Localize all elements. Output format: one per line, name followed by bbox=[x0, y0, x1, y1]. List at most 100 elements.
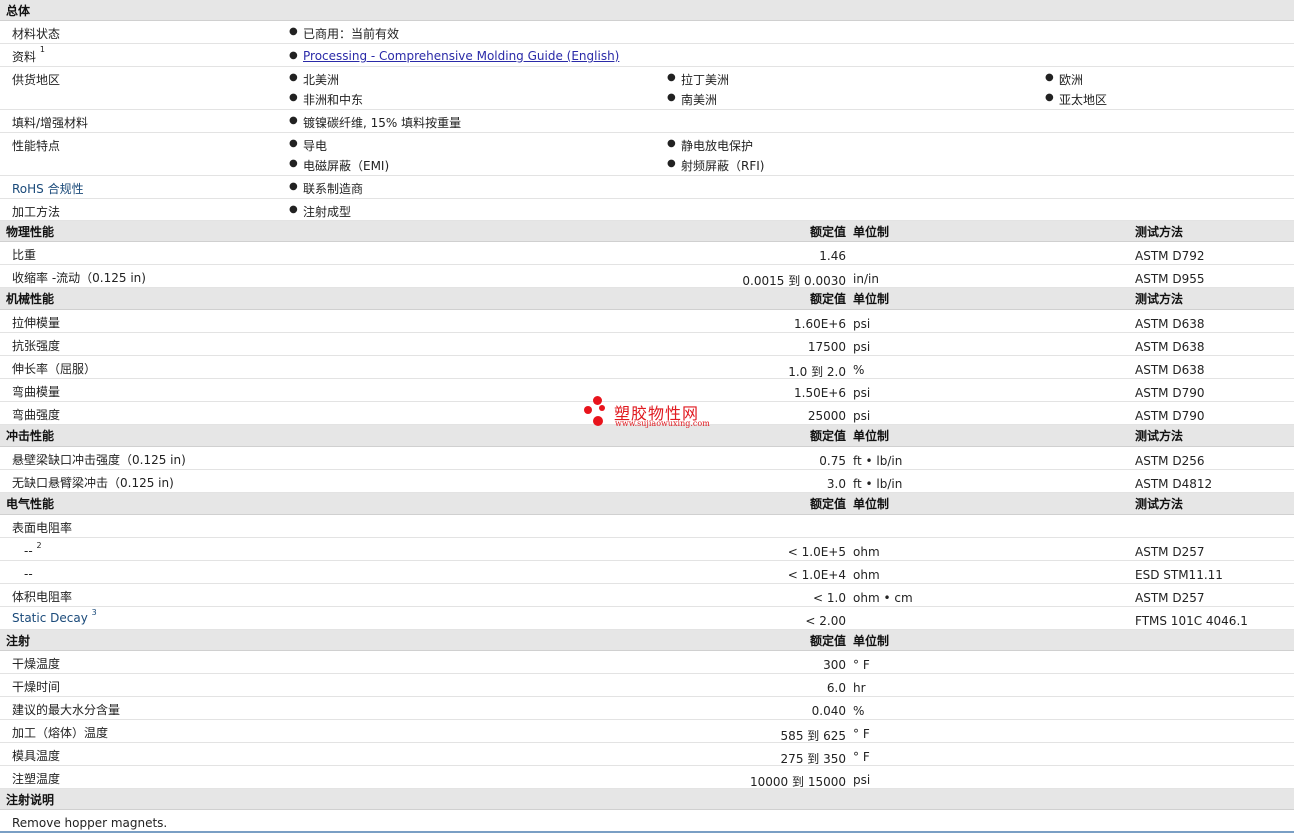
column-header-unit: 单位制 bbox=[853, 497, 890, 511]
property-value: 1.0 到 2.0 bbox=[788, 365, 846, 379]
row-filler: 填料/增强材料 镀镍碳纤维, 15% 填料按重量 bbox=[0, 110, 1294, 133]
property-unit: psi bbox=[853, 340, 871, 354]
column-header-value: 额定值 bbox=[809, 429, 846, 443]
row-status: 材料状态 已商用：当前有效 bbox=[0, 21, 1294, 44]
property-value: 275 到 350 bbox=[780, 752, 846, 766]
property-unit: in/in bbox=[853, 272, 879, 286]
column-header-test: 测试方法 bbox=[1135, 429, 1184, 443]
test-method: ESD STM11.11 bbox=[1135, 568, 1223, 582]
row-label: 材料状态 bbox=[12, 27, 61, 41]
property-unit: ohm • cm bbox=[853, 591, 913, 605]
section-header: 电气性能 额定值 单位制 测试方法 bbox=[0, 493, 1294, 515]
property-row: 表面电阻率 bbox=[0, 515, 1294, 538]
property-unit: ohm bbox=[853, 568, 880, 582]
column-header-value: 额定值 bbox=[809, 634, 846, 648]
property-label: 无缺口悬臂梁冲击（0.125 in) bbox=[12, 476, 174, 490]
property-row: 拉伸模量 1.60E+6 psi ASTM D638 bbox=[0, 310, 1294, 333]
property-row: 模具温度 275 到 350 ° F bbox=[0, 743, 1294, 766]
bullet-item: 联系制造商 bbox=[289, 180, 363, 197]
region-item: 亚太地区 bbox=[1045, 91, 1107, 108]
property-unit: ° F bbox=[853, 750, 870, 764]
property-row: 弯曲模量 1.50E+6 psi ASTM D790 bbox=[0, 379, 1294, 402]
property-row: 干燥时间 6.0 hr bbox=[0, 674, 1294, 697]
property-row: 无缺口悬臂梁冲击（0.125 in) 3.0 ft • lb/in ASTM D481… bbox=[0, 470, 1294, 493]
property-unit: psi bbox=[853, 386, 871, 400]
property-value: 3.0 bbox=[826, 477, 846, 491]
test-method: ASTM D955 bbox=[1135, 272, 1205, 286]
property-value: 1.50E+6 bbox=[794, 386, 846, 400]
section-header: 物理性能 额定值 单位制 测试方法 bbox=[0, 221, 1294, 242]
property-label: 弯曲模量 bbox=[12, 385, 61, 399]
section-header: 冲击性能 额定值 单位制 测试方法 bbox=[0, 425, 1294, 447]
property-label: 拉伸模量 bbox=[12, 316, 61, 330]
row-rohs: RoHS 合规性 联系制造商 bbox=[0, 176, 1294, 199]
property-row: 比重 1.46 ASTM D792 bbox=[0, 242, 1294, 265]
property-row: 伸长率（屈服） 1.0 到 2.0% ASTM D638 bbox=[0, 356, 1294, 379]
test-method: ASTM D790 bbox=[1135, 409, 1205, 423]
property-unit: ft • lb/in bbox=[853, 477, 903, 491]
feature-item: 导电 bbox=[289, 137, 327, 154]
column-header-value: 额定值 bbox=[809, 225, 846, 239]
column-header-unit: 单位制 bbox=[853, 225, 890, 239]
property-unit: ° F bbox=[853, 658, 870, 672]
property-label: 比重 bbox=[12, 248, 37, 262]
section-title: 注射说明 bbox=[6, 793, 55, 807]
row-label: 资料 1 bbox=[12, 45, 45, 64]
row-label: RoHS 合规性 bbox=[12, 182, 84, 196]
property-value: 0.040 bbox=[811, 704, 846, 718]
logo-dots-icon bbox=[583, 396, 613, 428]
column-header-test: 测试方法 bbox=[1135, 292, 1184, 306]
region-item: 南美洲 bbox=[667, 91, 717, 108]
property-label: 加工（熔体）温度 bbox=[12, 726, 109, 740]
property-row: 抗张强度 17500 psi ASTM D638 bbox=[0, 333, 1294, 356]
watermark-url: www.sujiaowuxing.com bbox=[615, 419, 710, 428]
property-row: -- 2 < 1.0E+5 ohm ASTM D257 bbox=[0, 538, 1294, 561]
property-label: Static Decay 3 bbox=[12, 608, 97, 625]
property-unit: hr bbox=[853, 681, 866, 695]
property-unit: ft • lb/in bbox=[853, 454, 903, 468]
property-value: < 1.0E+5 bbox=[787, 545, 846, 559]
property-label: 弯曲强度 bbox=[12, 408, 61, 422]
section-title: 冲击性能 bbox=[6, 429, 55, 443]
row-method: 加工方法 注射成型 bbox=[0, 199, 1294, 221]
bullet-item: Processing - Comprehensive Molding Guide… bbox=[289, 49, 619, 63]
test-method: ASTM D638 bbox=[1135, 317, 1205, 331]
region-item: 拉丁美洲 bbox=[667, 71, 729, 88]
property-label: 体积电阻率 bbox=[12, 590, 73, 604]
feature-item: 射频屏蔽（RFI) bbox=[667, 157, 764, 174]
column-header-unit: 单位制 bbox=[853, 429, 890, 443]
row-docs: 资料 1 Processing - Comprehensive Molding … bbox=[0, 44, 1294, 67]
property-value: 6.0 bbox=[826, 681, 846, 695]
row-label: 供货地区 bbox=[12, 73, 61, 87]
property-value: < 1.0E+4 bbox=[787, 568, 846, 582]
test-method: ASTM D256 bbox=[1135, 454, 1205, 468]
property-row: 收缩率 -流动（0.125 in) 0.0015 到 0.0030 in/in AST… bbox=[0, 265, 1294, 288]
property-unit: ohm bbox=[853, 545, 880, 559]
region-item: 非洲和中东 bbox=[289, 91, 363, 108]
test-method: ASTM D4812 bbox=[1135, 477, 1213, 491]
section-title: 电气性能 bbox=[6, 497, 55, 511]
property-label: 收缩率 -流动（0.125 in) bbox=[12, 271, 146, 285]
test-method: FTMS 101C 4046.1 bbox=[1135, 614, 1248, 628]
feature-item: 静电放电保护 bbox=[667, 137, 753, 154]
property-unit: psi bbox=[853, 409, 871, 423]
test-method: ASTM D790 bbox=[1135, 386, 1205, 400]
property-value: 17500 bbox=[807, 340, 846, 354]
property-value: 1.46 bbox=[819, 249, 846, 263]
molding-guide-link[interactable]: Processing - Comprehensive Molding Guide… bbox=[303, 49, 619, 63]
property-label: 干燥时间 bbox=[12, 680, 61, 694]
row-label: 性能特点 bbox=[12, 139, 61, 153]
test-method: ASTM D257 bbox=[1135, 545, 1205, 559]
property-label: 悬壁梁缺口冲击强度（0.125 in) bbox=[12, 453, 186, 467]
property-value: 0.0015 到 0.0030 bbox=[742, 274, 846, 288]
property-unit: ° F bbox=[853, 727, 870, 741]
property-value: 1.60E+6 bbox=[794, 317, 846, 331]
column-header-unit: 单位制 bbox=[853, 634, 890, 648]
property-label: 抗张强度 bbox=[12, 339, 61, 353]
property-unit: psi bbox=[853, 317, 871, 331]
property-label: -- 2 bbox=[24, 541, 42, 558]
property-value: < 1.0 bbox=[813, 591, 846, 605]
column-header-test: 测试方法 bbox=[1135, 497, 1184, 511]
property-value: 585 到 625 bbox=[780, 729, 846, 743]
property-label: 表面电阻率 bbox=[12, 521, 73, 535]
